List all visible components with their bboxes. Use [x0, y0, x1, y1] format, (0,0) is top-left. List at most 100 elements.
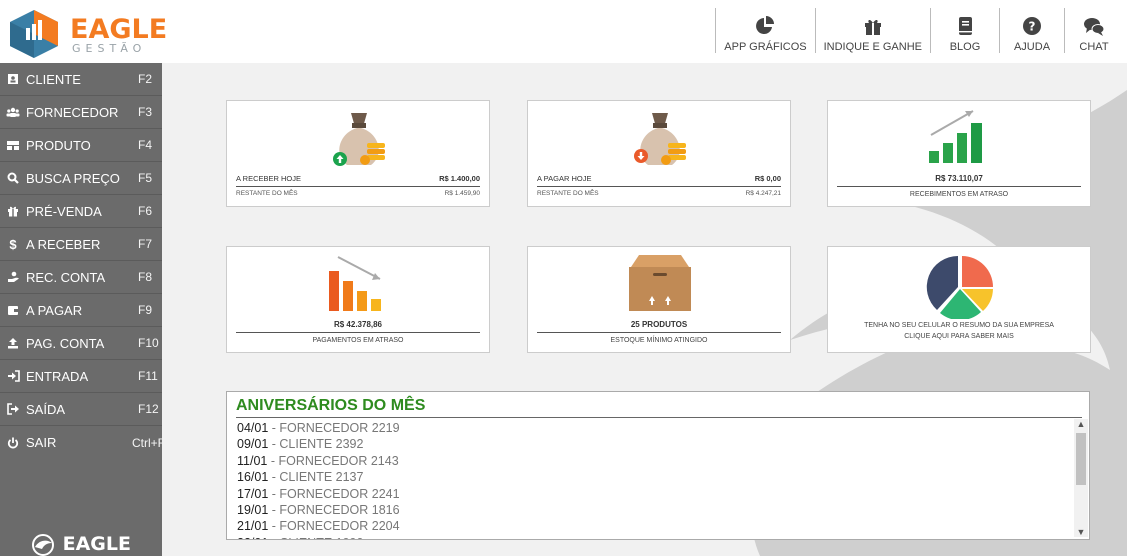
list-item[interactable]: 04/01 - FORNECEDOR 2219	[237, 420, 1067, 436]
sign-in-icon	[7, 370, 20, 382]
chat-button[interactable]: CHAT	[1071, 8, 1117, 53]
question-icon: ?	[1023, 17, 1041, 35]
birthday-date: 16/01	[237, 470, 269, 485]
power-icon	[7, 437, 19, 448]
scroll-down-icon[interactable]: ▼	[1074, 527, 1088, 537]
sidebar-item-cliente[interactable]: CLIENTE F2	[0, 63, 162, 96]
card-value: 25 PRODUTOS	[630, 320, 688, 329]
sidebar-item-label: PRODUTO	[26, 137, 91, 153]
sidebar-item-rec-conta[interactable]: REC. CONTA F8	[0, 261, 162, 294]
sidebar-item-pre-venda[interactable]: PRÉ-VENDA F6	[0, 195, 162, 228]
indique-e-ganhe-label: INDIQUE E GANHE	[823, 41, 922, 53]
ajuda-button[interactable]: ? AJUDA	[1006, 8, 1058, 53]
sidebar-item-entrada[interactable]: ENTRADA F11	[0, 360, 162, 393]
list-item[interactable]: 19/01 - FORNECEDOR 1816	[237, 502, 1067, 518]
shortcut-key: F6	[138, 204, 153, 218]
birthday-date: 17/01	[237, 486, 269, 501]
birthday-date: 22/01	[237, 536, 268, 539]
divider	[236, 417, 1082, 418]
shortcut-key: F5	[138, 171, 153, 185]
sidebar-item-fornecedor[interactable]: FORNECEDOR F3	[0, 96, 162, 129]
divider	[837, 186, 1081, 187]
pie-chart-icon	[926, 255, 993, 319]
users-icon	[6, 107, 20, 117]
sidebar-item-produto[interactable]: PRODUTO F4	[0, 129, 162, 162]
birthday-name: CLIENTE 2392	[279, 437, 364, 452]
app-graficos-button[interactable]: APP GRÁFICOS	[722, 8, 808, 53]
birthdays-panel: ANIVERSÁRIOS DO MÊS 04/01 - FORNECEDOR 2…	[226, 391, 1090, 540]
card-estoque-minimo[interactable]: 25 PRODUTOS ESTOQUE MÍNIMO ATINGIDO	[527, 246, 791, 353]
sidebar-item-label: SAIR	[26, 435, 57, 450]
contact-card-icon	[8, 74, 18, 84]
birthdays-list[interactable]: 04/01 - FORNECEDOR 2219 09/01 - CLIENTE 2…	[237, 420, 1067, 539]
app-promo-line-1: TENHA NO SEU CELULAR O RESUMO DA SUA EMP…	[864, 322, 1054, 329]
wallet-icon	[8, 306, 18, 315]
card-label: ESTOQUE MÍNIMO ATINGIDO	[610, 337, 708, 344]
upload-icon	[8, 338, 18, 349]
birthday-date: 21/01	[237, 519, 269, 534]
sidebar-item-sair[interactable]: SAIR Ctrl+F	[0, 426, 162, 459]
separator: -	[268, 536, 279, 539]
nav-divider	[930, 8, 931, 53]
pie-chart-icon	[756, 16, 775, 34]
money-bag-up-icon	[333, 113, 385, 166]
growth-chart-icon	[929, 110, 982, 163]
blog-label: BLOG	[949, 41, 981, 53]
birthdays-title: ANIVERSÁRIOS DO MÊS	[236, 397, 426, 414]
card-label: A PAGAR HOJE	[537, 174, 592, 183]
scrollbar[interactable]: ▲ ▼	[1074, 419, 1088, 537]
shortcut-key: F9	[138, 303, 153, 317]
birthday-date: 09/01	[237, 437, 269, 452]
scrollbar-thumb[interactable]	[1076, 433, 1086, 485]
separator: -	[268, 470, 280, 485]
brand-subtitle: GESTÃO	[72, 42, 147, 55]
indique-e-ganhe-button[interactable]: INDIQUE E GANHE	[822, 8, 924, 53]
shortcut-key: F11	[138, 369, 158, 383]
sidebar-item-label: REC. CONTA	[26, 269, 106, 285]
card-app-resumo[interactable]: TENHA NO SEU CELULAR O RESUMO DA SUA EMP…	[827, 246, 1091, 353]
card-pagamentos-atraso[interactable]: R$ 42.378,86 PAGAMENTOS EM ATRASO	[226, 246, 490, 353]
card-label: A RECEBER HOJE	[236, 174, 302, 183]
sidebar-item-a-receber[interactable]: $ A RECEBER F7	[0, 228, 162, 261]
sidebar-item-a-pagar[interactable]: A PAGAR F9	[0, 294, 162, 327]
sidebar-item-busca-preco[interactable]: BUSCA PREÇO F5	[0, 162, 162, 195]
sidebar-item-label: A PAGAR	[26, 302, 83, 318]
sidebar-item-pag-conta[interactable]: PAG. CONTA F10	[0, 327, 162, 360]
shortcut-key: F2	[138, 72, 153, 86]
birthday-date: 04/01	[237, 421, 269, 435]
birthday-name: FORNECEDOR 2143	[278, 453, 399, 468]
card-value: R$ 73.110,07	[935, 174, 983, 183]
gift-icon	[864, 19, 881, 35]
decline-chart-icon	[329, 256, 381, 311]
sign-out-icon	[6, 403, 19, 415]
chat-label: CHAT	[1079, 41, 1109, 53]
brand-name: EAGLE	[70, 14, 168, 45]
sidebar-item-label: BUSCA PREÇO	[26, 170, 120, 186]
list-item[interactable]: 17/01 - FORNECEDOR 2241	[237, 486, 1067, 502]
sidebar-menu: CLIENTE F2 FORNECEDOR F3 PRODUTO F4 BUSC…	[0, 63, 162, 556]
sidebar-item-label: FORNECEDOR	[26, 104, 119, 120]
sidebar-item-label: ENTRADA	[26, 368, 89, 384]
eagle-logo[interactable]: EAGLE GESTÃO	[6, 6, 168, 58]
divider	[236, 332, 480, 333]
blog-button[interactable]: BLOG	[937, 8, 993, 53]
card-a-receber[interactable]: A RECEBER HOJE R$ 1.400,00 RESTANTE DO M…	[226, 100, 490, 207]
separator: -	[268, 486, 280, 501]
sidebar-item-saida[interactable]: SAÍDA F12	[0, 393, 162, 426]
card-a-pagar[interactable]: A PAGAR HOJE R$ 0,00 RESTANTE DO MÊS R$ …	[527, 100, 791, 207]
list-item[interactable]: 21/01 - FORNECEDOR 2204	[237, 518, 1067, 534]
card-sub-value: R$ 1.459,90	[444, 190, 480, 197]
list-item[interactable]: 16/01 - CLIENTE 2137	[237, 469, 1067, 485]
birthday-date: 19/01	[237, 503, 269, 518]
card-sub-label: RESTANTE DO MÊS	[537, 190, 599, 197]
card-label: PAGAMENTOS EM ATRASO	[312, 337, 404, 344]
shortcut-key: F7	[138, 237, 153, 251]
list-item[interactable]: 11/01 - FORNECEDOR 2143	[237, 453, 1067, 469]
list-item[interactable]: 09/01 - CLIENTE 2392	[237, 436, 1067, 452]
list-item[interactable]: 22/01 - CLIENTE 1990	[237, 535, 1067, 539]
box-icon	[629, 255, 691, 311]
logo-hexagon-icon	[10, 10, 58, 58]
card-value: R$ 0,00	[754, 174, 781, 183]
card-recebimentos-atraso[interactable]: R$ 73.110,07 RECEBIMENTOS EM ATRASO	[827, 100, 1091, 207]
scroll-up-icon[interactable]: ▲	[1074, 419, 1088, 429]
